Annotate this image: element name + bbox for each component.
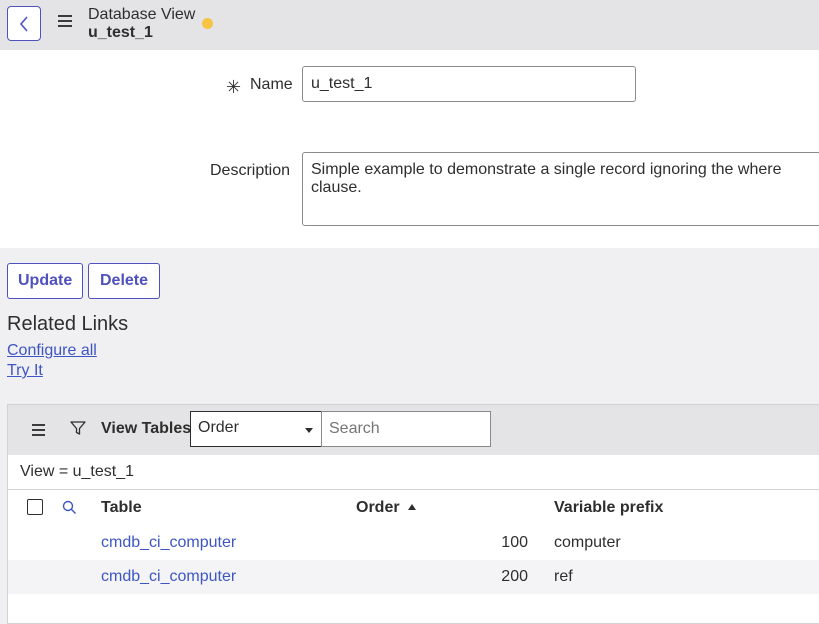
- description-label: Description: [210, 162, 291, 179]
- unsaved-indicator-dot: [202, 18, 213, 29]
- list-context-menu-icon[interactable]: [32, 424, 45, 436]
- page-title: Database View u_test_1: [88, 6, 195, 42]
- update-button[interactable]: Update: [7, 263, 83, 299]
- form-table-title: Database View: [88, 6, 196, 23]
- column-header-table[interactable]: Table: [101, 499, 142, 517]
- order-cell: 100: [501, 534, 528, 551]
- filter-icon[interactable]: [70, 420, 86, 436]
- search-icon[interactable]: [62, 500, 77, 515]
- context-menu-icon[interactable]: [58, 15, 72, 27]
- column-header-order-label: Order: [356, 499, 400, 516]
- column-header-variable-prefix[interactable]: Variable prefix: [554, 499, 663, 517]
- list-toolbar: View Tables Order: [8, 405, 819, 455]
- variable-prefix-cell: computer: [554, 534, 621, 551]
- table-cell-link[interactable]: cmdb_ci_computer: [101, 568, 236, 586]
- name-field[interactable]: [302, 66, 636, 102]
- configure-all-link[interactable]: Configure all: [7, 342, 97, 360]
- search-field-select-value: Order: [198, 419, 239, 436]
- column-header-order[interactable]: Order: [356, 499, 416, 517]
- table-cell-link[interactable]: cmdb_ci_computer: [101, 534, 236, 552]
- form-body: ✳ Name Description Simple example to dem…: [0, 50, 819, 248]
- back-button[interactable]: [7, 6, 41, 41]
- delete-button[interactable]: Delete: [88, 263, 160, 299]
- order-cell: 200: [501, 568, 528, 585]
- table-row: cmdb_ci_computer 200 ref: [8, 560, 819, 594]
- breadcrumb[interactable]: View = u_test_1: [20, 463, 134, 481]
- name-label: Name: [250, 76, 293, 93]
- variable-prefix-cell: ref: [554, 568, 573, 585]
- caret-down-icon: [305, 428, 313, 433]
- sort-ascending-icon: [407, 504, 416, 510]
- list-search-input[interactable]: [321, 411, 491, 447]
- chevron-left-icon: [19, 15, 28, 32]
- list-title: View Tables: [101, 420, 192, 437]
- search-field-select[interactable]: Order: [190, 411, 322, 447]
- form-header: Database View u_test_1: [0, 0, 819, 50]
- try-it-link[interactable]: Try It: [7, 362, 43, 380]
- table-row: cmdb_ci_computer 100 computer: [8, 526, 819, 560]
- related-links-heading: Related Links: [7, 313, 129, 335]
- list-header-row: Table Order Variable prefix: [8, 489, 819, 527]
- select-all-checkbox[interactable]: [27, 499, 43, 515]
- required-asterisk-icon: ✳: [226, 77, 242, 97]
- description-field[interactable]: Simple example to demonstrate a single r…: [302, 152, 819, 226]
- view-tables-related-list: View Tables Order View = u_test_1 Table …: [7, 404, 819, 624]
- record-name-title: u_test_1: [88, 24, 153, 41]
